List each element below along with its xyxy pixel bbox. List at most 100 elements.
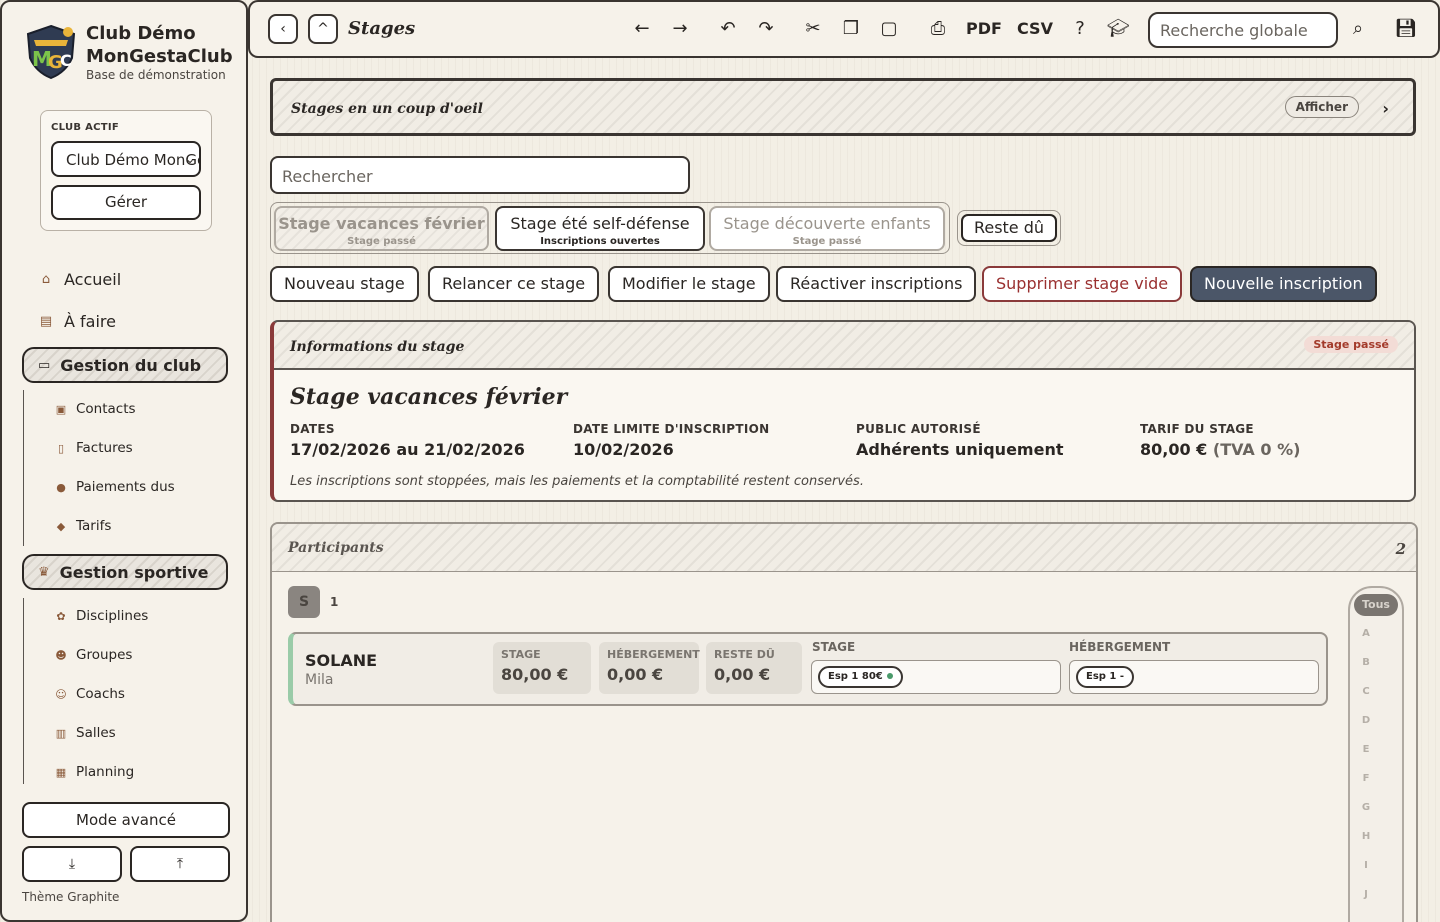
sidebar-item-accueil[interactable]: ⌂ Accueil	[38, 270, 121, 289]
sidebar-item-label: Coachs	[76, 686, 125, 702]
participants-header: Participants 2	[272, 524, 1416, 572]
search-icon[interactable]: ⌕	[1346, 18, 1370, 40]
sidebar-item-label: Paiements dus	[76, 479, 175, 495]
sidebar-item-a-faire[interactable]: ▤ À faire	[38, 312, 116, 331]
participants-title: Participants	[288, 540, 384, 556]
alphabet-letter[interactable]: H	[1350, 831, 1382, 842]
sidebar: M G C Club Démo MonGestaClub Base de dém…	[0, 0, 248, 922]
paste-icon[interactable]: ▢	[877, 18, 901, 40]
reste-du-filter-button[interactable]: Reste dû	[961, 214, 1057, 242]
stages-overview-panel[interactable]: Stages en un coup d'oeil Afficher ›	[270, 78, 1416, 136]
alphabet-letter[interactable]: J	[1350, 889, 1382, 900]
sidebar-item-paiements-dus[interactable]: ● Paiements dus	[54, 479, 175, 495]
stage-tab[interactable]: Stage découverte enfants Stage passé	[709, 206, 945, 251]
stage-search-input[interactable]: Rechercher	[270, 156, 690, 194]
stage-amount-label: STAGE	[501, 648, 541, 661]
delete-empty-stage-button[interactable]: Supprimer stage vide	[982, 266, 1183, 302]
hebergement-amount-value: 0,00 €	[607, 665, 664, 684]
alphabet-letter[interactable]: F	[1350, 773, 1382, 784]
new-stage-button[interactable]: Nouveau stage	[270, 266, 419, 302]
upload-button[interactable]: ⤒	[130, 846, 230, 882]
alphabet-letter[interactable]: B	[1350, 657, 1382, 668]
csv-button[interactable]: CSV	[1017, 19, 1053, 38]
stage-payment-pill-label: Esp 1 80€	[828, 671, 883, 682]
tag-icon: ◆	[56, 519, 66, 533]
stage-search-placeholder: Rechercher	[282, 167, 373, 186]
sidebar-item-salles[interactable]: ▥ Salles	[54, 725, 116, 741]
alphabet-all-button[interactable]: Tous	[1354, 594, 1398, 616]
active-club-label: CLUB ACTIF	[51, 122, 120, 133]
reste-du-amount-box: RESTE DÛ 0,00 €	[706, 642, 802, 694]
sidebar-item-groupes[interactable]: ☻ Groupes	[54, 647, 132, 663]
sidebar-item-label: Accueil	[64, 270, 122, 289]
stage-info-note: Les inscriptions sont stoppées, mais les…	[290, 474, 864, 489]
graduation-cap-icon[interactable]: 🎓︎	[1106, 18, 1130, 40]
copy-icon[interactable]: ❐	[839, 18, 863, 40]
page-title: Stages	[348, 18, 416, 39]
sidebar-item-disciplines[interactable]: ✿ Disciplines	[54, 608, 148, 624]
stage-tab-name: Stage été self-défense	[510, 214, 690, 233]
sidebar-group-gestion-sportive[interactable]: ♛ Gestion sportive	[22, 554, 228, 590]
alphabet-letter[interactable]: D	[1350, 715, 1382, 726]
sidebar-item-coachs[interactable]: ☺ Coachs	[54, 686, 125, 702]
global-search-input[interactable]: Recherche globale	[1148, 12, 1338, 48]
remind-stage-button[interactable]: Relancer ce stage	[428, 266, 600, 302]
sidebar-item-planning[interactable]: ▦ Planning	[54, 764, 134, 780]
sidebar-item-factures[interactable]: ▯ Factures	[54, 440, 133, 456]
theme-label: Thème Graphite	[22, 890, 120, 904]
sidebar-group-gestion-club[interactable]: ▭ Gestion du club	[22, 347, 228, 383]
download-icon: ⤓	[68, 856, 76, 872]
show-overview-button[interactable]: Afficher	[1284, 96, 1359, 118]
club-logo: M G C	[22, 24, 80, 80]
arrow-left-icon[interactable]: ←	[630, 18, 654, 40]
save-icon[interactable]: 💾︎	[1394, 18, 1418, 40]
sidebar-item-label: Disciplines	[76, 608, 149, 624]
advanced-mode-button[interactable]: Mode avancé	[22, 802, 230, 838]
chevron-left-icon: ‹	[280, 21, 286, 37]
active-club-select[interactable]: Club Démo MonGestaClub ⌄	[51, 141, 201, 177]
new-registration-button[interactable]: Nouvelle inscription	[1190, 266, 1377, 302]
stage-payment-pill[interactable]: Esp 1 80€	[818, 666, 903, 688]
print-icon[interactable]: ⎙	[926, 18, 950, 40]
stage-tab[interactable]: Stage été self-défense Inscriptions ouve…	[495, 206, 705, 251]
clipboard-icon: ▤	[39, 314, 53, 329]
undo-icon[interactable]: ↶	[716, 18, 740, 40]
alphabet-letter[interactable]: I	[1350, 860, 1382, 871]
contact-card-icon: ▣	[55, 402, 67, 416]
pdf-button[interactable]: PDF	[966, 19, 1002, 38]
reactivate-registrations-button[interactable]: Réactiver inscriptions	[776, 266, 977, 302]
arrow-right-icon[interactable]: →	[668, 18, 692, 40]
edit-stage-button[interactable]: Modifier le stage	[608, 266, 770, 302]
palette-icon: ✿	[56, 609, 66, 623]
sidebar-item-contacts[interactable]: ▣ Contacts	[54, 401, 136, 417]
deadline-value: 10/02/2026	[573, 440, 674, 459]
hebergement-payment-pill[interactable]: Esp 1 -	[1076, 666, 1135, 688]
sidebar-group-label: Gestion du club	[60, 355, 202, 375]
help-icon[interactable]: ?	[1068, 18, 1092, 40]
manage-club-button[interactable]: Gérer	[51, 185, 201, 220]
download-button[interactable]: ⤓	[22, 846, 122, 882]
back-button[interactable]: ‹	[268, 14, 298, 44]
stage-name: Stage vacances février	[290, 384, 568, 410]
sidebar-item-label: Planning	[76, 764, 135, 780]
participant-row[interactable]: SOLANE Mila STAGE 80,00 € HÉBERGEMENT 0,…	[288, 632, 1328, 706]
main-content: Stages en un coup d'oeil Afficher › Rech…	[248, 58, 1440, 922]
dates-value: 17/02/2026 au 21/02/2026	[290, 440, 525, 459]
alphabet-letter[interactable]: C	[1350, 686, 1382, 697]
letter-group-badge: S	[288, 586, 320, 618]
stage-tab[interactable]: Stage vacances février Stage passé	[274, 206, 489, 251]
alphabet-letter[interactable]: E	[1350, 744, 1382, 755]
cut-icon[interactable]: ✂	[801, 18, 825, 40]
collapse-button[interactable]: ^	[308, 14, 338, 44]
chevron-right-icon[interactable]: ›	[1382, 99, 1389, 118]
sidebar-item-tarifs[interactable]: ◆ Tarifs	[54, 518, 112, 534]
hebergement-amount-label: HÉBERGEMENT	[607, 648, 700, 661]
payment-icon: ●	[56, 480, 66, 494]
alphabet-letter[interactable]: G	[1350, 802, 1382, 813]
alphabet-letter[interactable]: A	[1350, 628, 1382, 639]
price-label: TARIF DU STAGE	[1140, 422, 1254, 436]
price-field: TARIF DU STAGE 80,00 € (TVA 0 %)	[1140, 422, 1300, 459]
reste-du-amount-value: 0,00 €	[714, 665, 771, 684]
redo-icon[interactable]: ↷	[754, 18, 778, 40]
public-label: PUBLIC AUTORISÉ	[856, 422, 981, 436]
